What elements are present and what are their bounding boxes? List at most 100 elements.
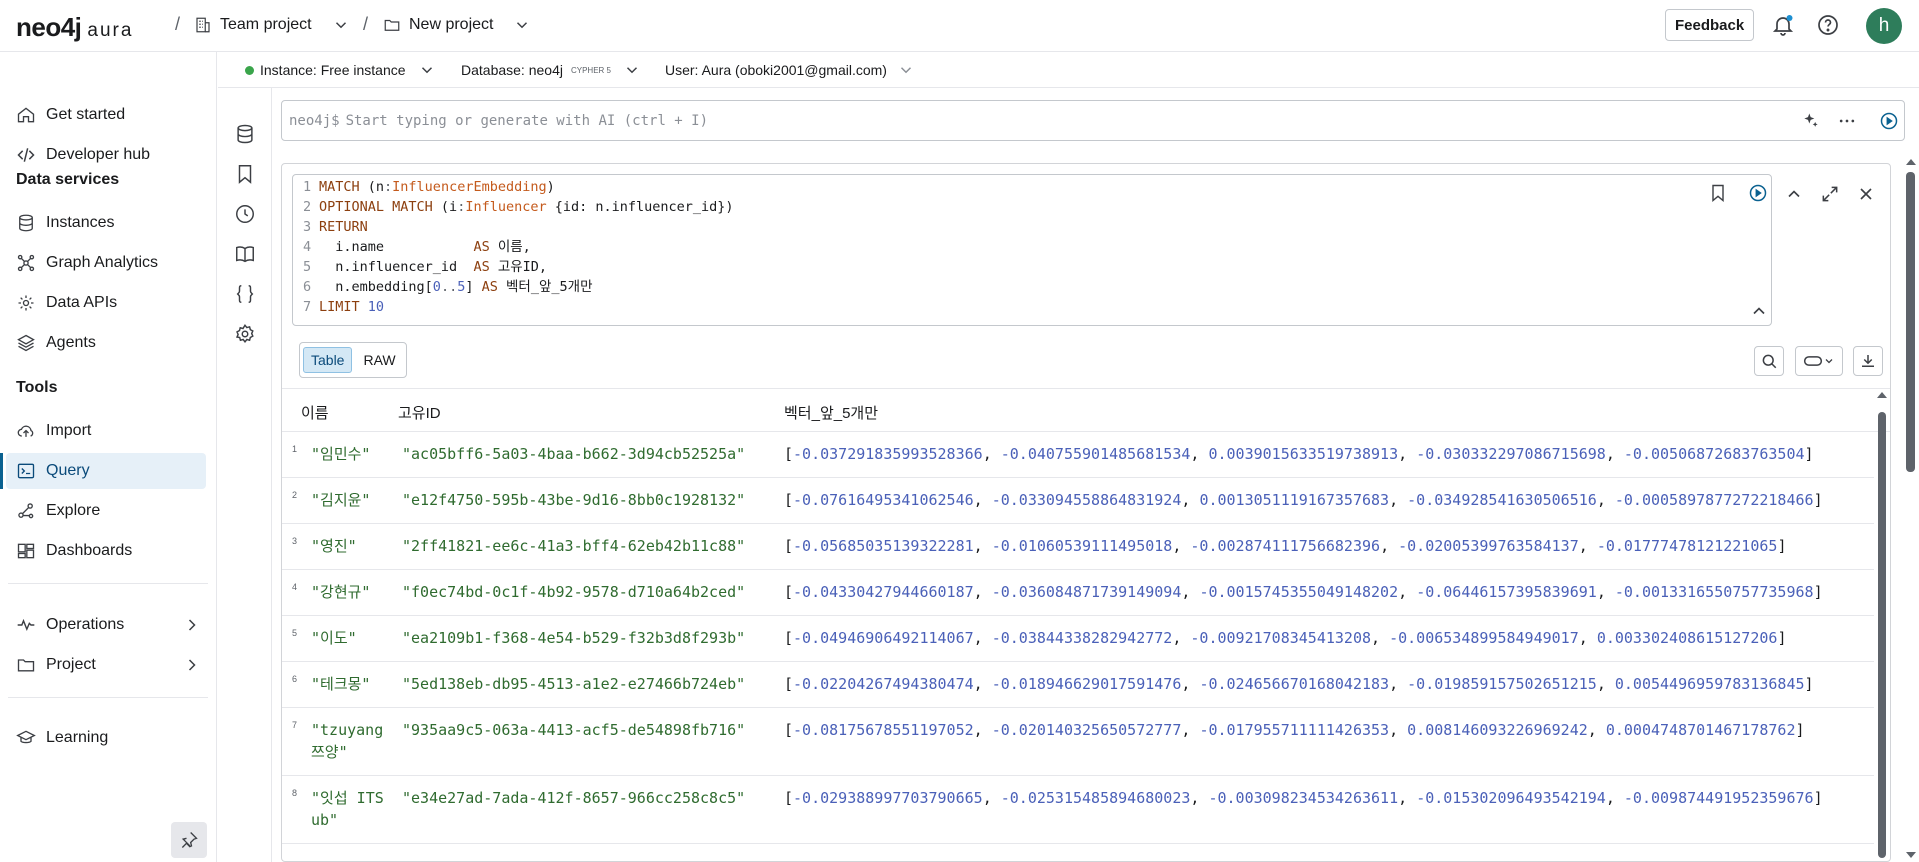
cell-name[interactable]: "잇섭 ITSub" xyxy=(311,787,391,831)
instance-selector[interactable]: Instance: Free instance xyxy=(245,61,436,79)
table-row[interactable]: 6 "테크몽" "5ed138eb-db95-4513-a1e2-e27466b72… xyxy=(282,662,1874,708)
sidebar-item-developer-hub[interactable]: Developer hub xyxy=(6,137,206,173)
column-header-vector[interactable]: 벡터_앞_5개만 xyxy=(784,402,878,423)
sidebar-item-graph-analytics[interactable]: Graph Analytics xyxy=(6,245,206,281)
vector-value: -0.00921708345413208 xyxy=(1190,629,1372,647)
feedback-button[interactable]: Feedback xyxy=(1665,9,1755,41)
table-row[interactable]: 8 "잇섭 ITSub" "e34e27ad-7ada-412f-8657-966c… xyxy=(282,776,1874,844)
ai-sparkle-icon[interactable] xyxy=(1801,111,1821,131)
collapse-code-icon[interactable] xyxy=(1749,301,1769,321)
page-scrollbar[interactable] xyxy=(1906,172,1915,472)
building-icon xyxy=(196,17,210,33)
book-icon[interactable] xyxy=(234,243,256,265)
bell-icon[interactable] xyxy=(1771,13,1795,37)
scroll-down-arrow-icon[interactable] xyxy=(1905,850,1917,860)
sidebar-item-instances[interactable]: Instances xyxy=(6,205,206,241)
cell-id[interactable]: "ac05bff6-5a03-4baa-b662-3d94cb52525a" xyxy=(402,443,745,465)
tab-raw[interactable]: RAW xyxy=(356,348,402,372)
pin-sidebar-button[interactable] xyxy=(171,822,207,858)
scroll-up-arrow-icon[interactable] xyxy=(1905,157,1917,167)
search-results-button[interactable] xyxy=(1754,346,1784,376)
breadcrumb-org-selector[interactable]: Team project xyxy=(194,11,350,39)
cell-id[interactable]: "935aa9c5-063a-4413-acf5-de54898fb716" xyxy=(402,719,745,741)
cypher-version-label: CYPHER 5 xyxy=(570,65,611,75)
display-options-button[interactable] xyxy=(1795,346,1843,376)
sidebar-item-import[interactable]: Import xyxy=(6,413,206,449)
cell-vector[interactable]: [-0.02204267494380474, -0.01894662901759… xyxy=(784,673,1814,695)
cell-vector[interactable]: [-0.08175678551197052, -0.02014032565057… xyxy=(784,719,1805,741)
database-icon[interactable] xyxy=(234,123,256,145)
settings-gear-icon[interactable] xyxy=(234,323,256,345)
sidebar-item-learning[interactable]: Learning xyxy=(6,720,206,756)
cell-vector[interactable]: [-0.04330427944660187, -0.03608487173914… xyxy=(784,581,1823,603)
sidebar-item-get-started[interactable]: Get started xyxy=(6,97,206,133)
vector-value: -0.01777478121221065 xyxy=(1596,537,1778,555)
cell-vector[interactable]: [-0.07616495341062546, -0.03309455886483… xyxy=(784,489,1823,511)
breadcrumb-project-selector[interactable]: New project xyxy=(383,11,531,39)
table-scroll-up-arrow-icon[interactable] xyxy=(1876,390,1888,400)
cell-name[interactable]: "김지윤" xyxy=(311,489,391,511)
sidebar-item-data-apis[interactable]: Data APIs xyxy=(6,285,206,321)
vector-value: -0.08175678551197052 xyxy=(793,721,974,739)
table-scrollbar[interactable] xyxy=(1878,412,1886,858)
logo-main-text: neo4j xyxy=(16,12,82,42)
run-query-icon[interactable] xyxy=(1879,111,1899,131)
table-row[interactable]: 2 "김지윤" "e12f4750-595b-43be-9d16-8bb0c1928… xyxy=(282,478,1874,524)
neo4j-aura-logo[interactable]: neo4j aura xyxy=(16,12,133,43)
cell-vector[interactable]: [-0.037291835993528366, -0.0407559014856… xyxy=(784,443,1814,465)
sidebar-item-agents[interactable]: Agents xyxy=(6,325,206,361)
cell-id[interactable]: "2ff41821-ee6c-41a3-bff4-62eb42b11c88" xyxy=(402,535,745,557)
row-number: 4 xyxy=(292,582,298,592)
curly-braces-icon[interactable] xyxy=(234,283,256,305)
help-icon[interactable] xyxy=(1816,13,1840,37)
cell-id[interactable]: "ea2109b1-f368-4e54-b529-f32b3d8f293b" xyxy=(402,627,745,649)
cypher-editor-input[interactable]: neo4j$ Start typing or generate with AI … xyxy=(281,100,1905,141)
cell-id[interactable]: "5ed138eb-db95-4513-a1e2-e27466b724eb" xyxy=(402,673,745,695)
bookmark-icon[interactable] xyxy=(234,163,256,185)
cell-name[interactable]: "영진" xyxy=(311,535,391,557)
sidebar-item-query[interactable]: Query xyxy=(0,453,206,489)
download-button[interactable] xyxy=(1853,346,1883,376)
vector-value: 0.0054496959783136845 xyxy=(1614,675,1805,693)
row-number: 5 xyxy=(292,628,298,638)
user-avatar[interactable]: h xyxy=(1866,8,1902,44)
close-icon[interactable] xyxy=(1856,184,1876,204)
rerun-query-icon[interactable] xyxy=(1748,183,1768,203)
cell-vector[interactable]: [-0.04946906492114067, -0.03844338282942… xyxy=(784,627,1786,649)
cell-id[interactable]: "e12f4750-595b-43be-9d16-8bb0c1928132" xyxy=(402,489,745,511)
sidebar-item-project[interactable]: Project xyxy=(6,647,206,683)
bookmark-query-icon[interactable] xyxy=(1708,183,1728,203)
table-row[interactable]: 7 "tzuyang 쯔양" "935aa9c5-063a-4413-acf5-de… xyxy=(282,708,1874,776)
query-code-box[interactable]: 1 MATCH (n:InfluencerEmbedding) 2 OPTIONAL… xyxy=(292,174,1772,326)
cell-name[interactable]: "이도" xyxy=(311,627,391,649)
table-row[interactable]: 5 "이도" "ea2109b1-f368-4e54-b529-f32b3d8f29… xyxy=(282,616,1874,662)
sidebar-item-label: Data APIs xyxy=(46,294,118,311)
table-row[interactable]: 1 "임민수" "ac05bff6-5a03-4baa-b662-3d94cb525… xyxy=(282,432,1874,478)
history-icon[interactable] xyxy=(234,203,256,225)
column-header-id[interactable]: 고유ID xyxy=(398,402,441,423)
vector-value: -0.018946629017591476 xyxy=(991,675,1182,693)
chevron-up-icon[interactable] xyxy=(1784,184,1804,204)
column-header-name[interactable]: 이름 xyxy=(301,402,329,423)
user-selector[interactable]: User: Aura (oboki2001@gmail.com) xyxy=(665,61,915,79)
vector-value: -0.02204267494380474 xyxy=(793,675,974,693)
sidebar-item-dashboards[interactable]: Dashboards xyxy=(6,533,206,569)
sidebar-item-operations[interactable]: Operations xyxy=(6,607,206,643)
sidebar-item-explore[interactable]: Explore xyxy=(6,493,206,529)
tab-table[interactable]: Table xyxy=(303,347,353,373)
cell-name[interactable]: "테크몽" xyxy=(311,673,391,695)
database-selector[interactable]: Database: neo4j CYPHER 5 xyxy=(461,61,641,79)
cell-name[interactable]: "임민수" xyxy=(311,443,391,465)
table-row[interactable]: 3 "영진" "2ff41821-ee6c-41a3-bff4-62eb42b11c… xyxy=(282,524,1874,570)
table-row[interactable]: 4 "강현규" "f0ec74bd-0c1f-4b92-9578-d710a64b2… xyxy=(282,570,1874,616)
cell-vector[interactable]: [-0.029388997703790665, -0.0253154858946… xyxy=(784,787,1823,809)
cell-name[interactable]: "tzuyang 쯔양" xyxy=(311,719,391,763)
more-options-icon[interactable] xyxy=(1837,111,1857,131)
expand-icon[interactable] xyxy=(1820,184,1840,204)
vector-value: -0.01060539111495018 xyxy=(991,537,1173,555)
cell-id[interactable]: "f0ec74bd-0c1f-4b92-9578-d710a64b2ced" xyxy=(402,581,745,603)
cell-name[interactable]: "강현규" xyxy=(311,581,391,603)
cell-vector[interactable]: [-0.05685035139322281, -0.01060539111495… xyxy=(784,535,1786,557)
cell-id[interactable]: "e34e27ad-7ada-412f-8657-966cc258c8c5" xyxy=(402,787,745,809)
code-line: 7 LIMIT 10 xyxy=(303,299,385,315)
